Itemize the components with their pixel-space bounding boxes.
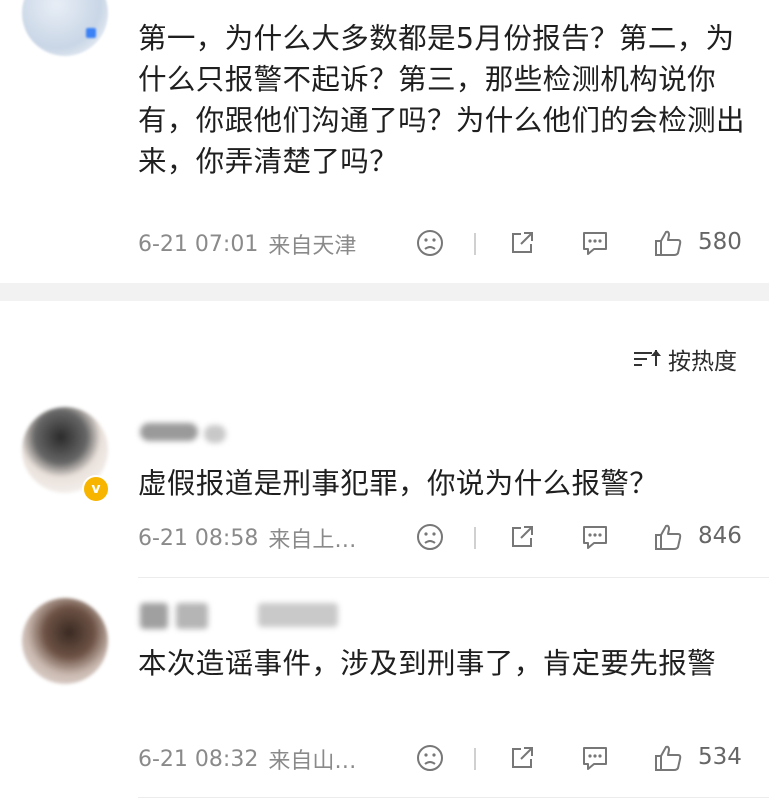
comment-icon[interactable] xyxy=(579,742,611,774)
comment-location: 来自上… xyxy=(268,528,357,553)
username-blurred[interactable] xyxy=(140,423,198,441)
comment-actions: 534 xyxy=(414,742,754,778)
comment-icon[interactable] xyxy=(579,227,611,259)
share-icon[interactable] xyxy=(506,521,538,553)
like-count: 846 xyxy=(698,523,742,549)
username-blurred[interactable] xyxy=(140,603,168,629)
like-icon[interactable] xyxy=(652,742,684,774)
dislike-icon[interactable] xyxy=(414,227,446,259)
username-blurred-suffix xyxy=(258,603,338,627)
comment-location: 来自天津 xyxy=(268,234,357,259)
username-blurred-suffix xyxy=(204,425,226,443)
like-count: 580 xyxy=(698,229,742,255)
comment-actions: 580 xyxy=(414,227,754,263)
section-divider xyxy=(0,283,769,301)
sort-toggle[interactable]: 按热度 xyxy=(634,342,737,376)
comment-time: 6-21 07:01 xyxy=(138,231,259,257)
like-icon[interactable] xyxy=(652,227,684,259)
comment-text: 虚假报道是刑事犯罪，你说为什么报警？ xyxy=(138,467,659,500)
comment-time: 6-21 08:32 xyxy=(138,746,259,772)
verified-badge-icon: v xyxy=(82,475,110,503)
like-count: 534 xyxy=(698,744,742,770)
sort-label: 按热度 xyxy=(668,349,737,375)
share-icon[interactable] xyxy=(506,227,538,259)
dislike-icon[interactable] xyxy=(414,742,446,774)
comment-meta: 6-21 07:01 来自天津 xyxy=(138,227,356,261)
dislike-icon[interactable] xyxy=(414,521,446,553)
share-icon[interactable] xyxy=(506,742,538,774)
avatar[interactable] xyxy=(22,598,108,684)
comment-time: 6-21 08:58 xyxy=(138,525,259,551)
comment-icon[interactable] xyxy=(579,521,611,553)
comment-actions: 846 xyxy=(414,521,754,557)
like-icon[interactable] xyxy=(652,521,684,553)
sort-icon xyxy=(634,348,662,370)
comment-meta: 6-21 08:32 来自山… xyxy=(138,742,356,776)
comment-text: 第一，为什么大多数都是5月份报告？第二，为什么只报警不起诉？第三，那些检测机构说… xyxy=(138,22,745,178)
comment-location: 来自山… xyxy=(268,749,357,774)
row-divider xyxy=(138,577,769,578)
action-separator xyxy=(474,748,476,770)
action-separator xyxy=(474,527,476,549)
username-blurred-part xyxy=(176,603,208,629)
action-separator xyxy=(474,233,476,255)
comment-meta: 6-21 08:58 来自上… xyxy=(138,521,356,555)
avatar-badge xyxy=(86,28,96,38)
comment-text: 本次造谣事件，涉及到刑事了，肯定要先报警 xyxy=(138,647,717,680)
row-divider xyxy=(138,797,769,798)
